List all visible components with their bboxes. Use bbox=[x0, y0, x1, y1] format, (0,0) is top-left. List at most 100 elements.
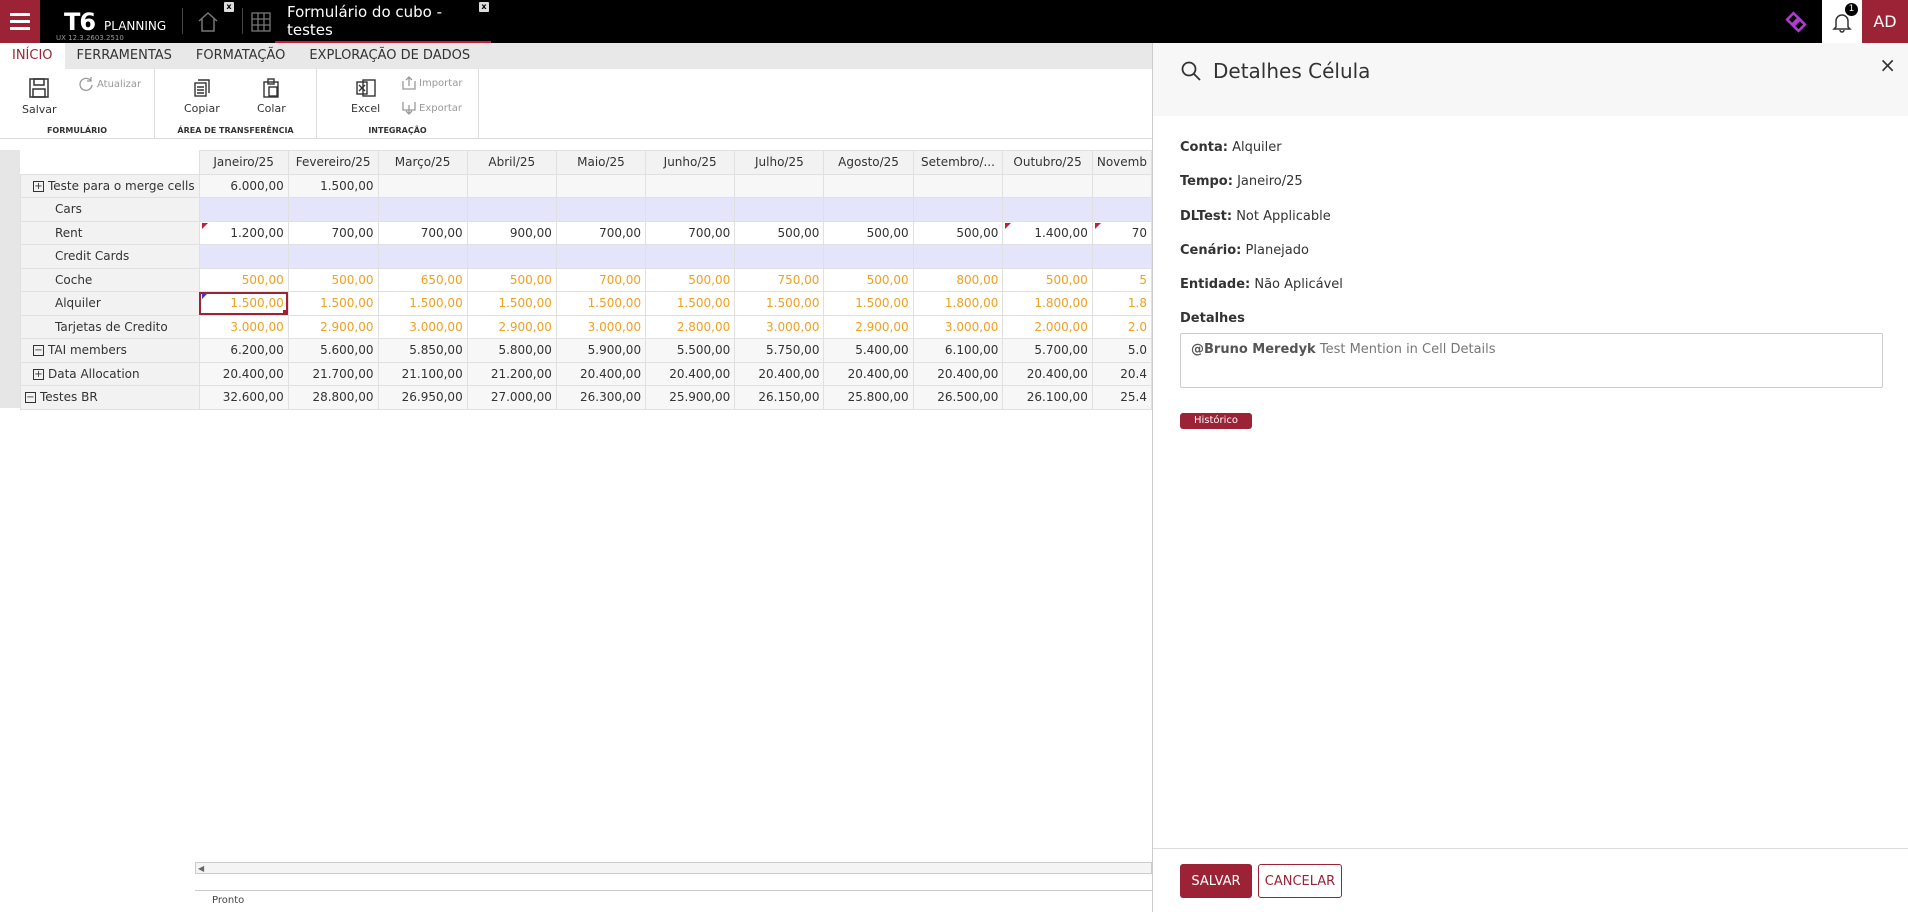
grid-cell[interactable] bbox=[823, 244, 914, 269]
grid-cell[interactable]: 500,00 bbox=[823, 220, 914, 245]
grid-cell[interactable]: 1.500,00 bbox=[287, 173, 379, 198]
grid-cell[interactable] bbox=[555, 197, 647, 222]
grid-cell[interactable]: 5.600,00 bbox=[287, 338, 379, 363]
grid-cell[interactable]: 1.500,00 bbox=[645, 291, 736, 316]
collapse-icon[interactable]: − bbox=[33, 345, 44, 357]
home-tab-close-icon[interactable]: x bbox=[224, 2, 234, 12]
grid-cell[interactable]: 26.500,00 bbox=[912, 385, 1004, 410]
grid-cell[interactable]: 6.100,00 bbox=[912, 338, 1004, 363]
expand-icon[interactable]: + bbox=[33, 180, 44, 192]
grid-cell[interactable]: 2.900,00 bbox=[287, 314, 379, 339]
notifications-button[interactable]: 1 bbox=[1822, 0, 1862, 43]
grid-cell[interactable]: 5 bbox=[1091, 267, 1153, 292]
grid-cell[interactable]: 28.800,00 bbox=[287, 385, 379, 410]
grid-cell[interactable] bbox=[555, 244, 647, 269]
grid-cell[interactable]: 700,00 bbox=[555, 267, 647, 292]
grid-cell[interactable] bbox=[734, 244, 825, 269]
horizontal-scrollbar[interactable]: ◀ bbox=[195, 862, 1152, 874]
grid-cell[interactable] bbox=[555, 173, 647, 198]
grid-cell[interactable]: 2.900,00 bbox=[823, 314, 914, 339]
grid-cell[interactable]: 1.500,00 bbox=[377, 291, 468, 316]
paste-button[interactable]: Colar bbox=[257, 78, 286, 115]
grid-cell[interactable] bbox=[1091, 197, 1153, 222]
grid-cell[interactable]: 25.4 bbox=[1091, 385, 1153, 410]
column-header[interactable]: Fevereiro/25 bbox=[287, 150, 379, 175]
grid-cell[interactable]: 5.800,00 bbox=[466, 338, 557, 363]
column-header[interactable]: Junho/25 bbox=[645, 150, 736, 175]
grid-cell[interactable]: 3.000,00 bbox=[555, 314, 647, 339]
grid-cell[interactable] bbox=[823, 197, 914, 222]
grid-cell[interactable]: 1.800,00 bbox=[912, 291, 1004, 316]
column-header[interactable]: Julho/25 bbox=[734, 150, 825, 175]
user-mention[interactable]: @Bruno Meredyk bbox=[1191, 342, 1316, 357]
grid-cell[interactable]: 21.100,00 bbox=[377, 361, 468, 386]
grid-cell[interactable]: 2.800,00 bbox=[645, 314, 736, 339]
grid-cell[interactable] bbox=[734, 173, 825, 198]
grid-cell[interactable]: 3.000,00 bbox=[912, 314, 1004, 339]
grid-cell[interactable]: 6.200,00 bbox=[198, 338, 289, 363]
grid-cell[interactable]: 1.500,00 bbox=[734, 291, 825, 316]
grid-cell[interactable]: 2.900,00 bbox=[466, 314, 557, 339]
hamburger-menu-icon[interactable] bbox=[0, 0, 40, 43]
column-header[interactable]: Janeiro/25 bbox=[198, 150, 289, 175]
grid-cell[interactable]: 26.950,00 bbox=[377, 385, 468, 410]
grid-cell[interactable]: 1.500,00 bbox=[287, 291, 379, 316]
grid-cell[interactable]: 20.400,00 bbox=[1002, 361, 1093, 386]
grid-cell[interactable]: 26.300,00 bbox=[555, 385, 647, 410]
grid-cell[interactable] bbox=[198, 244, 289, 269]
grid-cell[interactable] bbox=[912, 173, 1004, 198]
salvar-button[interactable]: SALVAR bbox=[1180, 864, 1252, 898]
column-header[interactable]: Novemb bbox=[1091, 150, 1153, 175]
column-header[interactable]: Março/25 bbox=[377, 150, 468, 175]
grid-cell[interactable]: 70 bbox=[1091, 220, 1153, 245]
grid-cell[interactable] bbox=[823, 173, 914, 198]
grid-cell[interactable]: 900,00 bbox=[466, 220, 557, 245]
grid-cell[interactable]: 20.400,00 bbox=[734, 361, 825, 386]
grid-cell[interactable] bbox=[377, 173, 468, 198]
grid-cell[interactable]: 25.800,00 bbox=[823, 385, 914, 410]
active-tab-close-icon[interactable]: x bbox=[479, 2, 489, 12]
grid-cell[interactable]: 5.0 bbox=[1091, 338, 1153, 363]
expand-icon[interactable]: + bbox=[33, 368, 44, 380]
grid-cell[interactable]: 500,00 bbox=[823, 267, 914, 292]
grid-cell[interactable]: 700,00 bbox=[645, 220, 736, 245]
grid-cell[interactable]: 1.800,00 bbox=[1002, 291, 1093, 316]
grid-cell[interactable]: 500,00 bbox=[287, 267, 379, 292]
grid-cell[interactable]: 21.200,00 bbox=[466, 361, 557, 386]
grid-cell[interactable]: 21.700,00 bbox=[287, 361, 379, 386]
column-header[interactable]: Outubro/25 bbox=[1002, 150, 1093, 175]
grid-cell[interactable]: 700,00 bbox=[287, 220, 379, 245]
grid-cell[interactable]: 500,00 bbox=[912, 220, 1004, 245]
grid-cell[interactable]: 5.400,00 bbox=[823, 338, 914, 363]
grid-cell[interactable]: 500,00 bbox=[198, 267, 289, 292]
grid-cell[interactable]: 500,00 bbox=[466, 267, 557, 292]
user-avatar[interactable]: AD bbox=[1862, 0, 1908, 43]
grid-cell[interactable]: 20.4 bbox=[1091, 361, 1153, 386]
grid-cell[interactable]: 2.000,00 bbox=[1002, 314, 1093, 339]
grid-cell[interactable]: 3.000,00 bbox=[198, 314, 289, 339]
grid-cell[interactable] bbox=[377, 244, 468, 269]
grid-cell[interactable]: 5.500,00 bbox=[645, 338, 736, 363]
grid-cell[interactable]: 3.000,00 bbox=[377, 314, 468, 339]
grid-cell[interactable]: 20.400,00 bbox=[912, 361, 1004, 386]
grid-cell[interactable]: 5.850,00 bbox=[377, 338, 468, 363]
grid-cell[interactable]: 700,00 bbox=[377, 220, 468, 245]
export-button[interactable]: Exportar bbox=[402, 101, 462, 115]
column-header[interactable]: Setembro/... bbox=[912, 150, 1004, 175]
column-header[interactable]: Agosto/25 bbox=[823, 150, 914, 175]
grid-cell[interactable] bbox=[466, 197, 557, 222]
grid-cell[interactable] bbox=[198, 197, 289, 222]
grid-cell[interactable] bbox=[1091, 173, 1153, 198]
ribbon-tab-inicio[interactable]: INÍCIO bbox=[0, 43, 65, 69]
grid-cell[interactable]: 650,00 bbox=[377, 267, 468, 292]
grid-cell[interactable]: 1.500,00 bbox=[823, 291, 914, 316]
grid-cell[interactable]: 20.400,00 bbox=[645, 361, 736, 386]
grid-cell[interactable] bbox=[466, 244, 557, 269]
grid-cell[interactable] bbox=[645, 173, 736, 198]
history-button[interactable]: Histórico bbox=[1180, 413, 1252, 429]
grid-cell[interactable]: 1.400,00 bbox=[1002, 220, 1093, 245]
refresh-button[interactable]: Atualizar bbox=[78, 76, 141, 92]
details-textarea[interactable]: @Bruno Meredyk Test Mention in Cell Deta… bbox=[1180, 333, 1883, 388]
apps-logo-button[interactable] bbox=[1774, 0, 1818, 43]
column-header[interactable]: Maio/25 bbox=[555, 150, 647, 175]
